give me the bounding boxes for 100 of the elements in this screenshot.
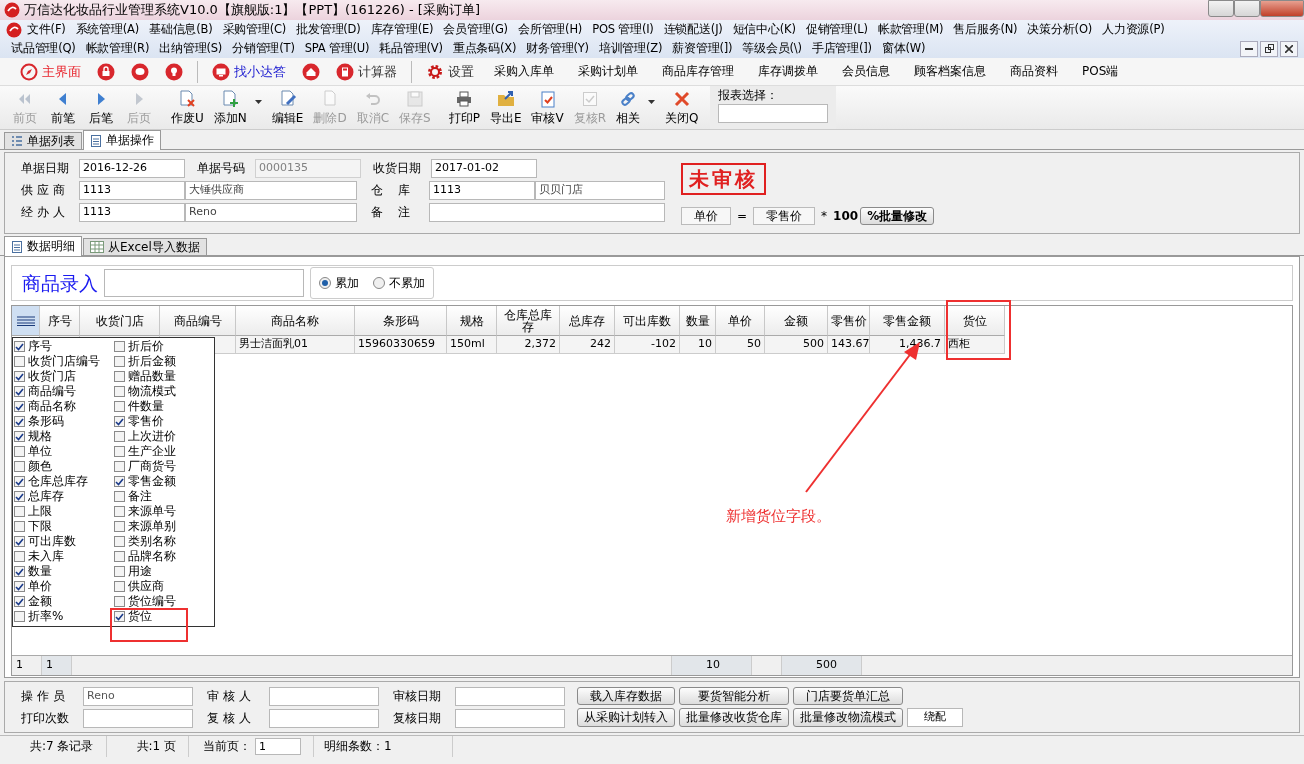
toolbar-button[interactable]: 后笔 [82, 86, 120, 129]
toolbar-button[interactable]: 关闭Q [660, 86, 704, 129]
checkbox[interactable] [14, 491, 25, 502]
checkbox[interactable] [114, 476, 125, 487]
input-field[interactable]: 大锤供应商 [185, 181, 357, 200]
lightbulb-icon[interactable] [165, 62, 183, 81]
quick-link[interactable]: 设置 [420, 62, 480, 81]
input-field[interactable] [269, 708, 379, 728]
tab[interactable]: 从Excel导入数据 [83, 238, 207, 255]
checkbox[interactable] [114, 371, 125, 382]
input-field[interactable]: Reno [83, 686, 193, 706]
report-select-field[interactable] [717, 104, 828, 124]
radio-button[interactable] [373, 277, 385, 289]
action-button[interactable]: 批量修改收货仓库 [679, 708, 789, 728]
quick-link[interactable]: 顾客档案信息 [904, 64, 996, 79]
checkbox[interactable] [114, 521, 125, 532]
checkbox[interactable] [114, 386, 125, 397]
menu-item[interactable]: 促销管理(L) [800, 22, 873, 37]
input-field[interactable] [83, 708, 193, 728]
checkbox[interactable] [114, 536, 125, 547]
checkbox[interactable] [114, 461, 125, 472]
tab[interactable]: 数据明细 [4, 236, 82, 256]
quick-link[interactable]: 库存调拨单 [748, 64, 828, 79]
input-field[interactable]: 1113 [79, 181, 185, 200]
checkbox[interactable] [114, 491, 125, 502]
column-header[interactable]: 单价 [716, 306, 765, 336]
toolbar-button[interactable]: 前笔 [44, 86, 82, 129]
column-chooser-button[interactable] [12, 306, 40, 336]
input-field[interactable]: 2016-12-26 [79, 159, 185, 178]
quick-link[interactable]: 找小达答 [206, 62, 292, 81]
column-header[interactable]: 收货门店 [80, 306, 160, 336]
checkbox[interactable] [114, 446, 125, 457]
checkbox[interactable] [114, 551, 125, 562]
input-field[interactable] [455, 708, 565, 728]
column-header[interactable]: 货位 [945, 306, 1005, 336]
column-header[interactable]: 商品编号 [160, 306, 236, 336]
restore-button[interactable] [1260, 40, 1278, 57]
tab[interactable]: 单据列表 [4, 132, 82, 149]
input-field[interactable] [269, 686, 379, 706]
tab[interactable]: 单据操作 [83, 130, 161, 150]
checkbox[interactable] [14, 341, 25, 352]
menu-item[interactable]: SPA 管理(U) [299, 41, 375, 56]
quick-link[interactable]: 主界面 [14, 62, 87, 81]
menu-item[interactable]: 库存管理(E) [365, 22, 439, 37]
checkbox[interactable] [14, 581, 25, 592]
checkbox[interactable] [14, 536, 25, 547]
minimize-button[interactable] [1240, 40, 1258, 57]
action-button[interactable]: 载入库存数据 [577, 686, 675, 706]
menu-item[interactable]: 耗品管理(V) [374, 41, 448, 56]
input-field[interactable]: 1113 [79, 203, 185, 222]
batch-edit-button[interactable]: %批量修改 [860, 207, 935, 226]
checkbox[interactable] [14, 611, 25, 622]
quick-link[interactable]: 采购入库单 [484, 64, 564, 79]
checkbox[interactable] [114, 341, 125, 352]
checkbox[interactable] [114, 611, 125, 622]
menu-item[interactable]: 试品管理(Q) [6, 41, 81, 56]
menu-item[interactable]: 窗体(W) [876, 41, 931, 56]
checkbox[interactable] [14, 521, 25, 532]
column-header[interactable]: 零售金额 [870, 306, 945, 336]
checkbox[interactable] [14, 371, 25, 382]
column-header[interactable]: 仓库总库存 [497, 306, 560, 336]
checkbox[interactable] [114, 431, 125, 442]
maximize-button[interactable] [1234, 0, 1260, 17]
menu-item[interactable]: 薪资管理(]) [667, 41, 738, 56]
toolbar-button[interactable]: 编辑E [266, 86, 309, 129]
current-page-field[interactable]: 1 [255, 738, 301, 755]
column-header[interactable]: 商品名称 [236, 306, 355, 336]
toolbar-button[interactable]: 相关 [611, 86, 661, 129]
close-button[interactable] [1280, 40, 1298, 57]
menu-item[interactable]: 帐款管理(M) [872, 22, 949, 37]
action-button[interactable]: 门店要货单汇总 [793, 686, 903, 706]
checkbox[interactable] [114, 356, 125, 367]
column-header[interactable]: 规格 [447, 306, 497, 336]
column-header[interactable]: 金额 [765, 306, 828, 336]
input-field[interactable]: Reno [185, 203, 357, 222]
action-button[interactable]: 批量修改物流模式 [793, 708, 903, 728]
menu-item[interactable]: 短信中心(K) [727, 22, 801, 37]
toolbar-button[interactable]: 打印P [443, 86, 485, 129]
menu-item[interactable]: 培训管理(Z) [593, 41, 668, 56]
quick-link[interactable]: 采购计划单 [568, 64, 648, 79]
menu-item[interactable]: 基础信息(B) [144, 22, 218, 37]
quick-link[interactable]: 商品资料 [1000, 64, 1068, 79]
menu-item[interactable]: 批发管理(D) [291, 22, 366, 37]
toolbar-button[interactable]: 添加N [208, 86, 267, 129]
column-header[interactable]: 总库存 [560, 306, 615, 336]
menu-item[interactable]: 重点条码(X) [447, 41, 522, 56]
home-icon[interactable] [302, 62, 320, 81]
checkbox[interactable] [14, 431, 25, 442]
column-header[interactable]: 条形码 [355, 306, 447, 336]
quick-link[interactable]: 计算器 [330, 62, 403, 81]
checkbox[interactable] [14, 596, 25, 607]
menu-item[interactable]: 分销管理(T) [227, 41, 300, 56]
checkbox[interactable] [14, 461, 25, 472]
toolbar-button[interactable]: 导出E [484, 86, 527, 129]
checkbox[interactable] [114, 506, 125, 517]
input-field[interactable] [429, 203, 665, 222]
checkbox[interactable] [114, 401, 125, 412]
checkbox[interactable] [14, 506, 25, 517]
menu-item[interactable]: 等级会员(\) [737, 41, 807, 56]
checkbox[interactable] [114, 416, 125, 427]
